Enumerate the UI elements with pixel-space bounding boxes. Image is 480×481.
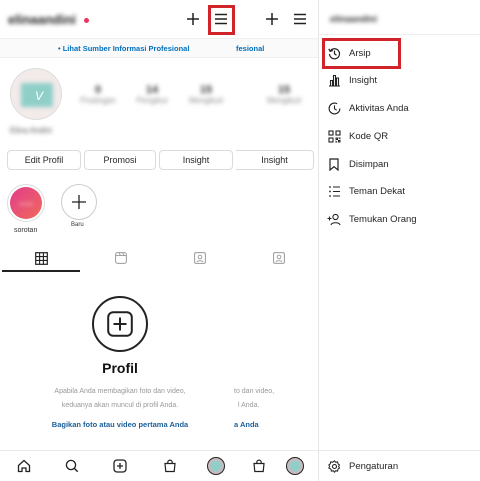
create-button-dup[interactable]	[263, 10, 281, 28]
status-dot	[84, 18, 89, 23]
avatar-image-letter: V	[35, 89, 44, 103]
bookmark-icon	[326, 156, 342, 172]
menu-item-qr-label: Kode QR	[349, 130, 389, 142]
menu-button-dup[interactable]	[291, 10, 309, 28]
close-friends-icon	[326, 183, 342, 199]
home-icon	[17, 459, 31, 473]
insight-button-dup[interactable]: Insight	[236, 150, 314, 170]
highlight-saved-label: sorotan	[14, 227, 38, 234]
highlight-cover-text: Sorotan	[18, 200, 33, 206]
stat-followers-count: 14	[145, 84, 159, 96]
discover-people-icon	[326, 211, 342, 227]
nav-create[interactable]	[109, 456, 131, 476]
menu-item-insight[interactable]: Insight	[326, 69, 476, 91]
bottom-nav-divider	[0, 450, 318, 451]
plus-square-icon	[113, 459, 127, 473]
panel-divider	[318, 0, 319, 481]
tagged-icon	[194, 252, 206, 264]
nav-profile[interactable]	[205, 456, 227, 476]
stat-following-dup-label: Mengikuti	[266, 96, 302, 105]
menu-item-close-friends-label: Teman Dekat	[349, 185, 405, 197]
gear-icon	[326, 458, 342, 474]
insight-icon	[326, 72, 342, 88]
plus-icon	[187, 13, 199, 25]
empty-description-line2-dup: l Anda.	[238, 402, 260, 409]
empty-title: Profil	[102, 360, 138, 376]
plus-icon	[72, 195, 86, 209]
empty-description-line2: keduanya akan muncul di profil Anda.	[61, 402, 179, 409]
insight-button[interactable]: Insight	[159, 150, 233, 170]
menu-item-close-friends[interactable]: Teman Dekat	[326, 180, 476, 202]
tab-tagged[interactable]	[161, 246, 239, 270]
menu-item-settings-label: Pengaturan	[349, 460, 399, 472]
create-button[interactable]	[184, 10, 202, 28]
menu-item-settings[interactable]: Pengaturan	[326, 455, 476, 477]
archive-highlight	[322, 38, 401, 69]
empty-description-line1: Apabila Anda membagikan foto dan video,	[54, 388, 186, 395]
new-highlight-button[interactable]	[61, 184, 97, 220]
stat-followers-label: Pengikut	[136, 96, 168, 105]
menu-button-highlight	[208, 5, 235, 35]
shop-bag-icon	[164, 459, 176, 473]
search-icon	[65, 459, 79, 473]
profile-username[interactable]: elinaandini	[8, 12, 76, 27]
tab-tagged-dup[interactable]	[240, 246, 318, 270]
profile-name: Elina Andini	[10, 126, 52, 135]
avatar[interactable]: V	[10, 68, 62, 120]
tab-reels[interactable]	[82, 246, 160, 270]
stat-posts-count: 0	[94, 84, 102, 96]
activity-icon	[326, 100, 342, 116]
professional-banner-text-dup[interactable]: fesional	[236, 44, 264, 53]
hamburger-icon	[294, 13, 306, 25]
qr-code-icon	[326, 128, 342, 144]
menu-item-discover[interactable]: Temukan Orang	[326, 208, 476, 230]
promotion-button[interactable]: Promosi	[84, 150, 156, 170]
new-highlight-label: Baru	[71, 222, 84, 228]
nav-home[interactable]	[13, 456, 35, 476]
tagged-icon	[273, 252, 285, 264]
add-content-button[interactable]	[92, 296, 148, 352]
stat-posts-label: Postingan	[80, 96, 116, 105]
share-first-post-link[interactable]: Bagikan foto atau video pertama Anda	[0, 420, 240, 429]
shop-bag-icon	[253, 459, 265, 473]
stat-following-dup-count: 15	[277, 84, 291, 96]
nav-profile-dup[interactable]	[284, 456, 306, 476]
tab-grid-underline	[2, 270, 80, 272]
highlight-saved[interactable]: Sorotan	[7, 184, 45, 222]
share-first-post-link-dup[interactable]: a Anda	[234, 420, 259, 429]
menu-header-divider	[319, 34, 480, 35]
nav-search[interactable]	[61, 456, 83, 476]
menu-username: elinaandini	[330, 14, 378, 24]
nav-shop-dup[interactable]	[248, 456, 270, 476]
highlight-saved-cover: Sorotan	[10, 187, 42, 219]
stat-following-count: 15	[199, 84, 213, 96]
professional-banner-text[interactable]: • Lihat Sumber Informasi Profesional	[58, 44, 189, 53]
empty-description-line1-dup: to dan video,	[234, 388, 275, 395]
nav-avatar	[286, 457, 304, 475]
stat-following[interactable]: 15 Mengikuti	[176, 84, 236, 105]
plus-square-icon	[107, 311, 133, 337]
menu-item-activity-label: Aktivitas Anda	[349, 102, 409, 114]
reels-icon	[115, 252, 127, 264]
tab-grid[interactable]	[2, 246, 80, 270]
menu-item-insight-label: Insight	[349, 74, 377, 86]
menu-item-saved-label: Disimpan	[349, 158, 389, 170]
menu-item-activity[interactable]: Aktivitas Anda	[326, 97, 476, 119]
menu-item-saved[interactable]: Disimpan	[326, 153, 476, 175]
nav-shop[interactable]	[159, 456, 181, 476]
menu-item-discover-label: Temukan Orang	[349, 213, 417, 225]
grid-icon	[34, 251, 48, 265]
stat-followers[interactable]: 14 Pengikut	[122, 84, 182, 105]
nav-avatar	[207, 457, 225, 475]
menu-item-qr[interactable]: Kode QR	[326, 125, 476, 147]
plus-icon	[266, 13, 278, 25]
edit-profile-button[interactable]: Edit Profil	[7, 150, 81, 170]
stat-posts[interactable]: 0 Postingan	[68, 84, 128, 105]
menu-footer-divider	[319, 450, 480, 451]
stat-following-dup[interactable]: 15 Mengikuti	[254, 84, 314, 105]
stat-following-label: Mengikuti	[188, 96, 224, 105]
